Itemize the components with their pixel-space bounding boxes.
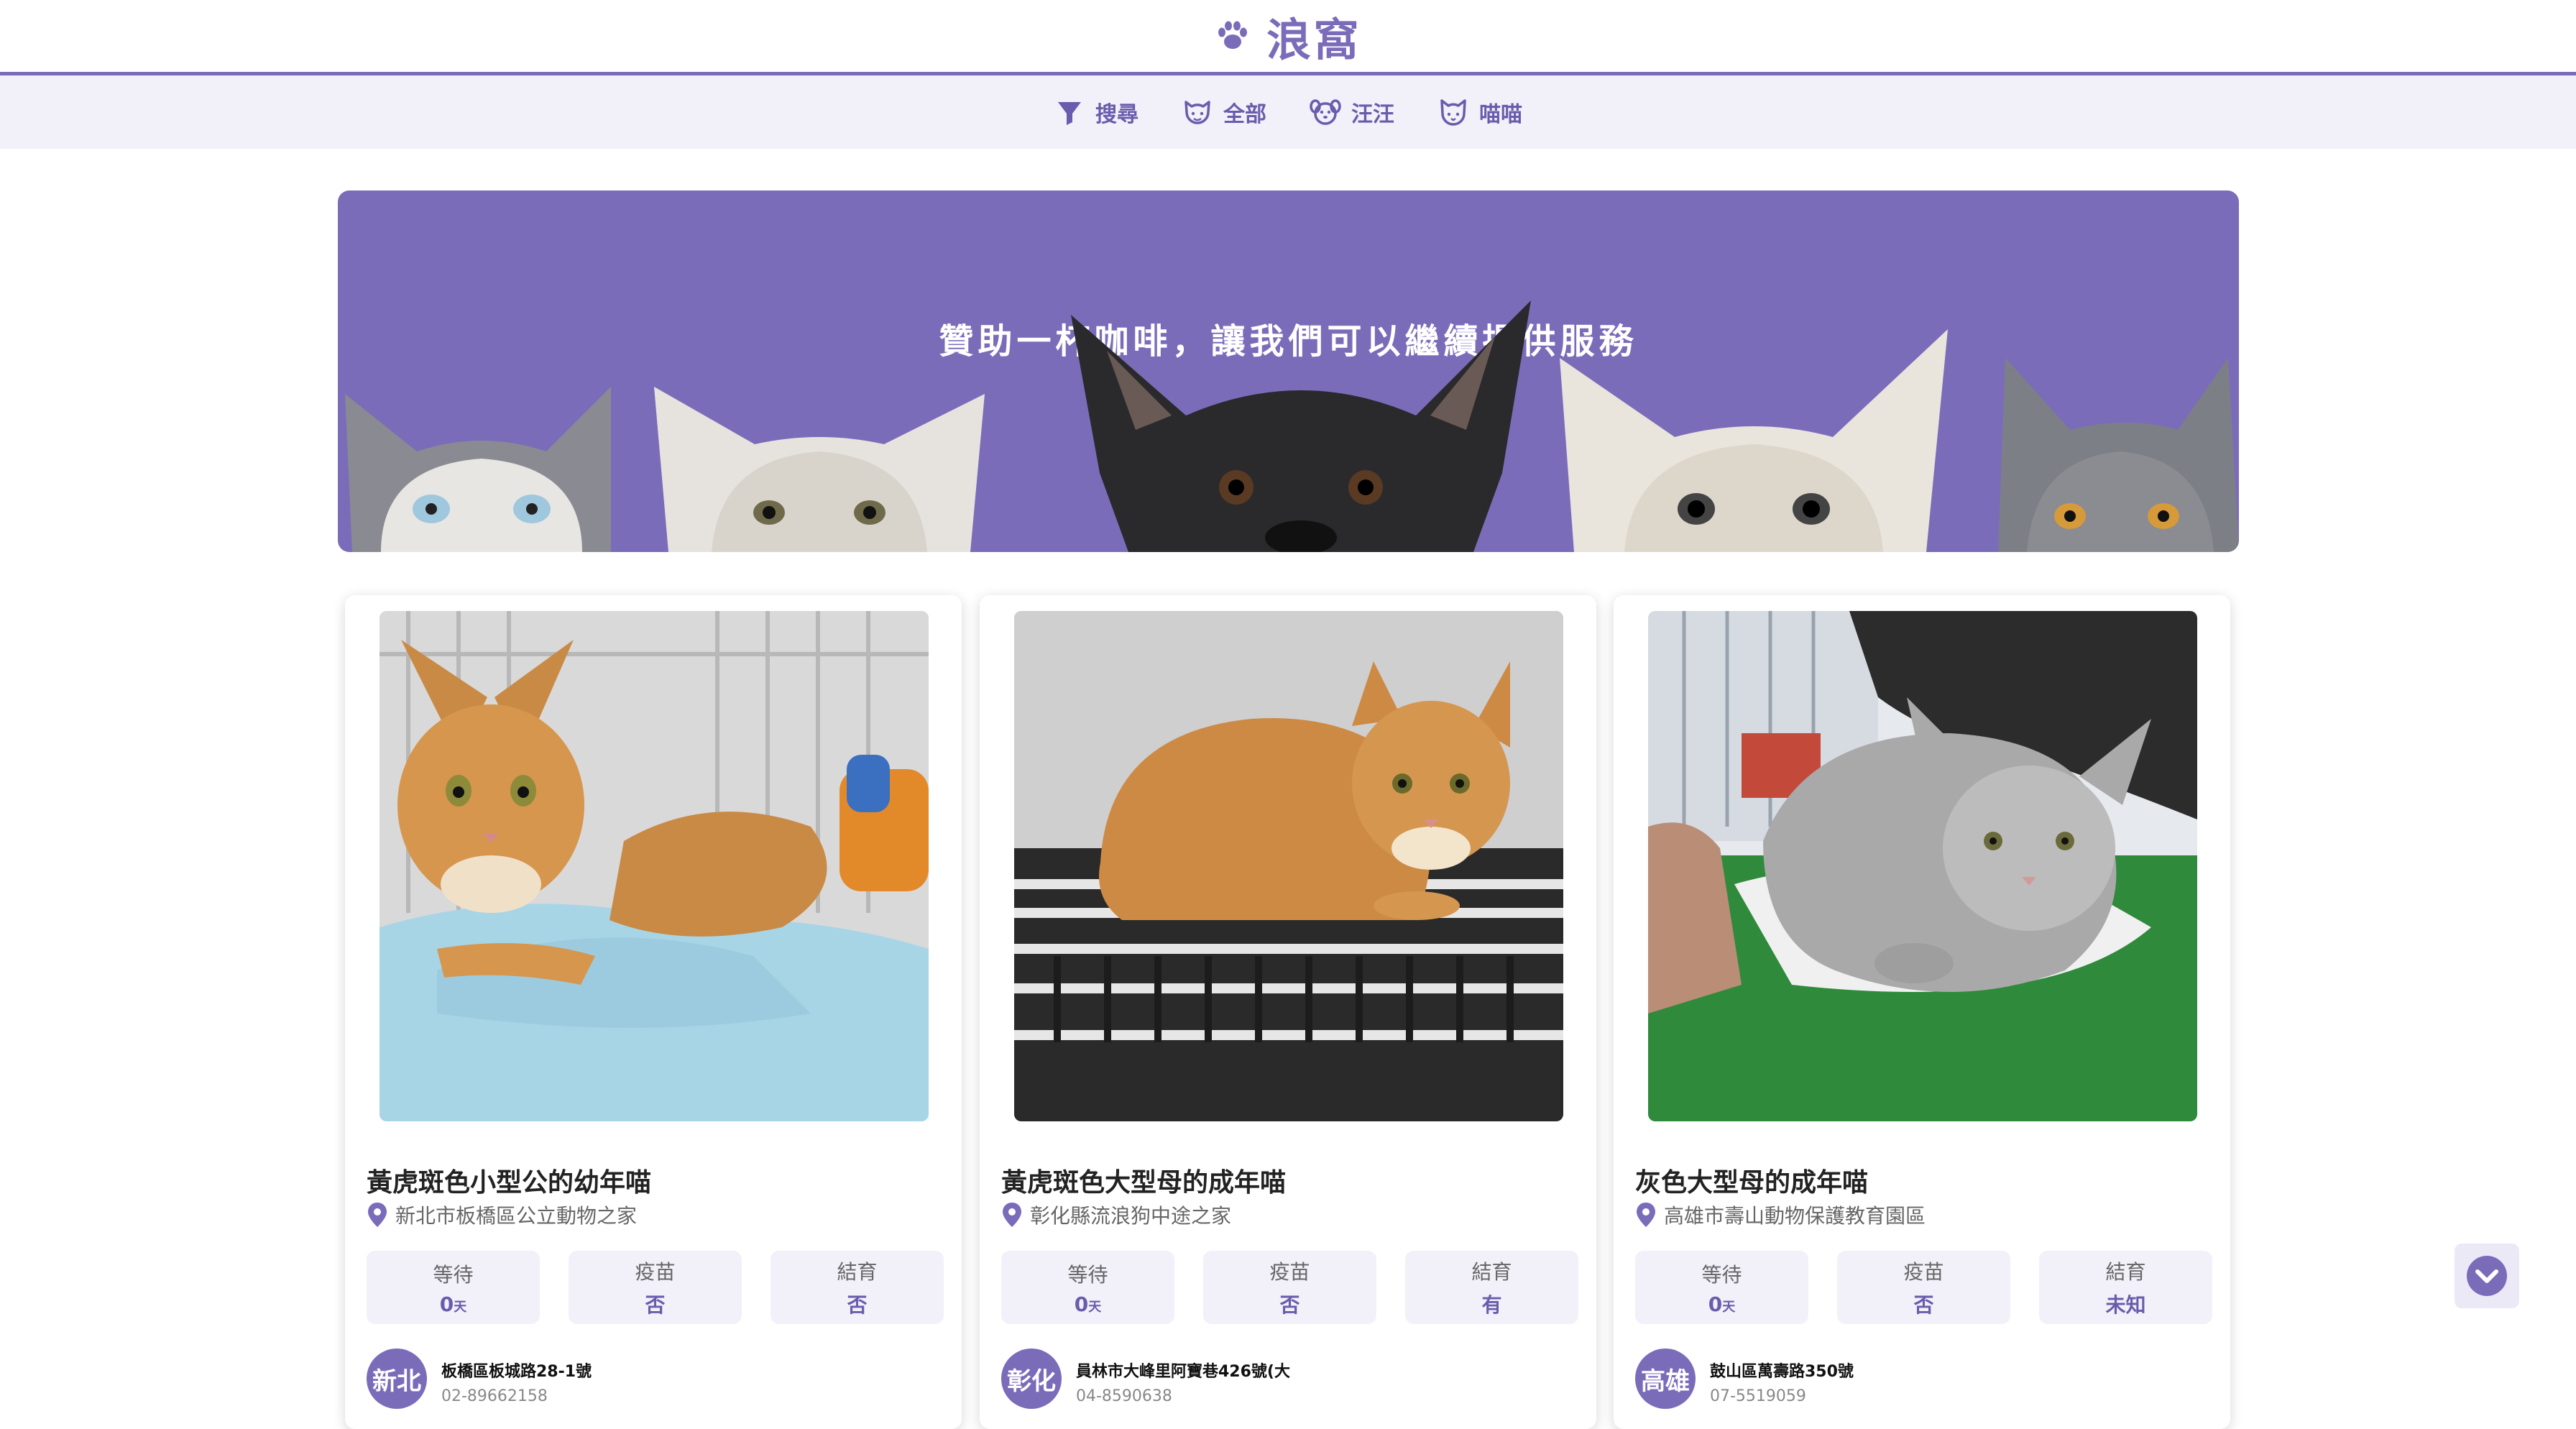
region-avatar: 彰化	[1001, 1348, 1062, 1409]
stat-sterilized: 結育 有	[1405, 1251, 1578, 1324]
shelter-address: 板橋區板城路28-1號	[441, 1363, 592, 1381]
cat-illustration	[345, 387, 611, 552]
pet-photo[interactable]	[380, 611, 929, 1121]
shelter-phone[interactable]: 07-5519059	[1710, 1387, 1854, 1405]
shelter-phone[interactable]: 04-8590638	[1076, 1387, 1290, 1405]
pet-stats: 等待 0天 疫苗 否 結育 否	[367, 1251, 944, 1324]
pet-stats: 等待 0天 疫苗 否 結育 未知	[1635, 1251, 2212, 1324]
pet-location: 新北市板橋區公立動物之家	[367, 1200, 637, 1229]
sponsor-banner[interactable]: 贊助一杯咖啡，讓我們可以繼續提供服務	[338, 190, 2239, 552]
stat-value: 有	[1481, 1293, 1502, 1317]
brand[interactable]: 浪窩	[1215, 4, 1361, 68]
shelter-info: 新北 板橋區板城路28-1號 02-89662158	[367, 1348, 592, 1409]
region-avatar: 新北	[367, 1348, 427, 1409]
cat-face-icon	[1440, 99, 1466, 126]
pet-photo-image	[1014, 611, 1563, 1121]
stat-label: 結育	[1471, 1260, 1512, 1284]
nav-item-label: 搜尋	[1095, 102, 1138, 127]
stat-value: 否	[1913, 1293, 1934, 1317]
cat-illustration	[1998, 358, 2239, 552]
nav-item-dogs[interactable]: 汪汪	[1288, 96, 1416, 128]
pet-title: 灰色大型母的成年喵	[1635, 1168, 1869, 1198]
nav-item-all[interactable]: 全部	[1160, 96, 1288, 128]
stat-label: 結育	[837, 1260, 878, 1284]
top-header: 浪窩	[0, 0, 2576, 75]
pet-card[interactable]: 灰色大型母的成年喵 高雄市壽山動物保護教育園區 等待 0天 疫苗 否 結育 未知…	[1614, 595, 2230, 1429]
stat-value: 0天	[1074, 1292, 1102, 1316]
pet-location-text: 高雄市壽山動物保護教育園區	[1664, 1204, 1926, 1228]
stat-value: 0天	[1708, 1292, 1736, 1316]
dog-illustration	[1071, 300, 1531, 552]
stat-value: 否	[645, 1293, 666, 1317]
pet-photo[interactable]	[1014, 611, 1563, 1121]
pet-card[interactable]: 黃虎斑色小型公的幼年喵 新北市板橋區公立動物之家 等待 0天 疫苗 否 結育 否…	[345, 595, 962, 1429]
stat-vaccine: 疫苗 否	[1203, 1251, 1376, 1324]
stat-label: 疫苗	[1903, 1260, 1944, 1284]
nav-item-label: 喵喵	[1479, 102, 1522, 127]
nav-bar: 搜尋 全部 汪汪 喵喵	[0, 75, 2576, 149]
pet-face-icon	[1184, 101, 1210, 124]
stat-label: 疫苗	[1269, 1260, 1310, 1284]
cat-illustration	[1560, 329, 1948, 552]
stat-label: 疫苗	[635, 1260, 676, 1284]
stat-label: 等待	[433, 1262, 474, 1287]
chevron-down-circle-icon	[2467, 1256, 2507, 1296]
scroll-down-button[interactable]	[2455, 1244, 2519, 1308]
region-avatar: 高雄	[1635, 1348, 1696, 1409]
location-pin-icon	[368, 1203, 387, 1227]
pet-title: 黃虎斑色小型公的幼年喵	[367, 1168, 652, 1198]
stat-value: 否	[1279, 1293, 1300, 1317]
nav-item-cats[interactable]: 喵喵	[1416, 96, 1544, 128]
shelter-info: 彰化 員林市大峰里阿寶巷426號(大 04-8590638	[1001, 1348, 1290, 1409]
pet-photo[interactable]	[1648, 611, 2197, 1121]
stat-label: 等待	[1067, 1262, 1108, 1287]
stat-sterilized: 結育 否	[770, 1251, 944, 1324]
stat-value: 未知	[2105, 1293, 2146, 1317]
stat-waiting: 等待 0天	[367, 1251, 540, 1324]
shelter-info: 高雄 鼓山區萬壽路350號 07-5519059	[1635, 1348, 1854, 1409]
dog-face-icon	[1310, 99, 1341, 125]
stat-waiting: 等待 0天	[1001, 1251, 1174, 1324]
pet-location: 彰化縣流浪狗中途之家	[1001, 1200, 1231, 1229]
shelter-phone[interactable]: 02-89662158	[441, 1387, 592, 1405]
pet-location-text: 彰化縣流浪狗中途之家	[1030, 1204, 1232, 1228]
pet-title: 黃虎斑色大型母的成年喵	[1001, 1168, 1287, 1198]
stat-label: 等待	[1701, 1262, 1742, 1287]
paw-icon	[1218, 21, 1247, 49]
nav-item-label: 汪汪	[1351, 102, 1394, 127]
stat-value: 0天	[439, 1292, 467, 1316]
shelter-address: 員林市大峰里阿寶巷426號(大	[1076, 1363, 1290, 1381]
pet-stats: 等待 0天 疫苗 否 結育 有	[1001, 1251, 1578, 1324]
location-pin-icon	[1003, 1203, 1021, 1227]
pet-location-text: 新北市板橋區公立動物之家	[395, 1204, 638, 1228]
filter-icon	[1058, 102, 1081, 125]
stat-waiting: 等待 0天	[1635, 1251, 1808, 1324]
pet-location: 高雄市壽山動物保護教育園區	[1635, 1200, 1926, 1229]
cat-illustration	[654, 387, 985, 552]
nav-item-search[interactable]: 搜尋	[1032, 96, 1160, 128]
pet-photo-image	[1648, 611, 2197, 1121]
nav-item-label: 全部	[1223, 102, 1266, 127]
stat-vaccine: 疫苗 否	[569, 1251, 742, 1324]
stat-label: 結育	[2105, 1260, 2146, 1284]
stat-value: 否	[847, 1293, 868, 1317]
pet-photo-image	[380, 611, 929, 1121]
pet-card[interactable]: 黃虎斑色大型母的成年喵 彰化縣流浪狗中途之家 等待 0天 疫苗 否 結育 有 彰…	[980, 595, 1596, 1429]
stat-vaccine: 疫苗 否	[1837, 1251, 2010, 1324]
shelter-address: 鼓山區萬壽路350號	[1710, 1363, 1854, 1381]
location-pin-icon	[1637, 1203, 1655, 1227]
stat-sterilized: 結育 未知	[2039, 1251, 2212, 1324]
site-title: 浪窩	[1266, 14, 1361, 66]
